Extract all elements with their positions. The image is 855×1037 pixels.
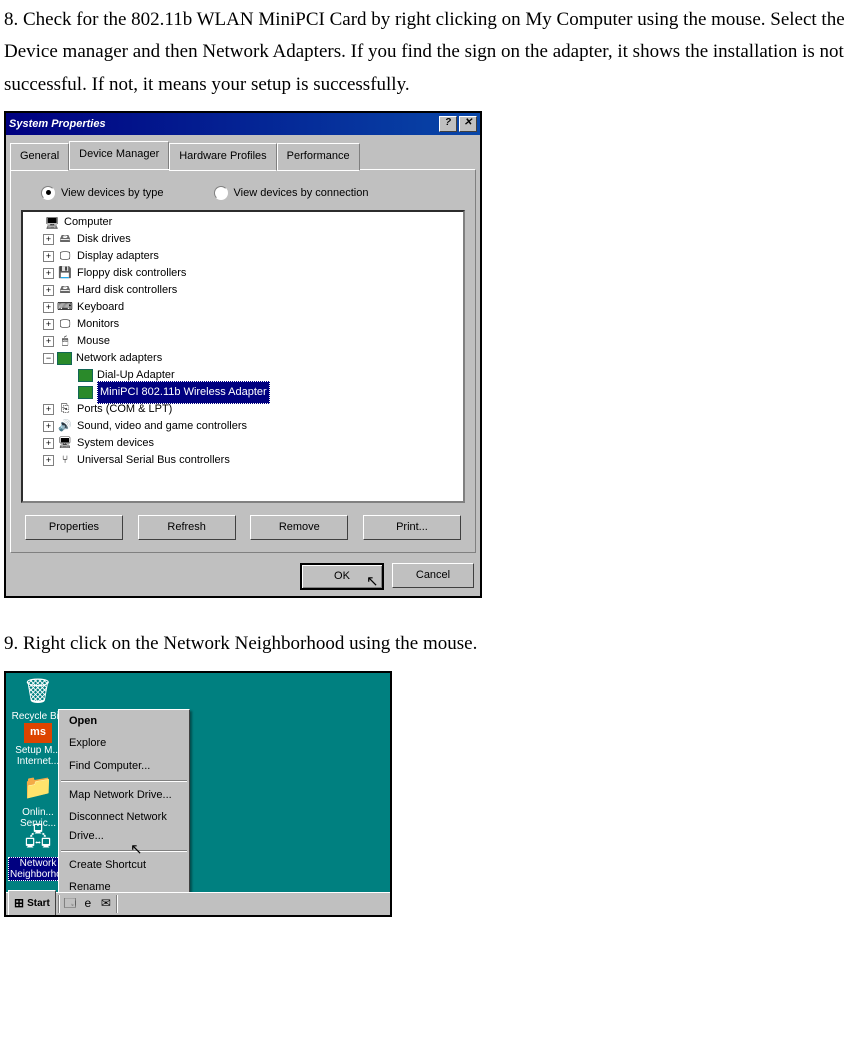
start-button[interactable]: ⊞ Start xyxy=(8,890,56,916)
tree-display-adapters[interactable]: +Display adapters xyxy=(25,248,463,265)
network-adapter-icon xyxy=(78,369,93,382)
monitor-icon xyxy=(57,317,73,333)
keyboard-icon xyxy=(57,300,73,316)
tree-network-adapters[interactable]: −Network adapters xyxy=(25,350,463,367)
quicklaunch-desktop-icon[interactable]: 🗔 xyxy=(62,896,78,912)
hdd-icon xyxy=(57,283,73,299)
remove-button[interactable]: Remove xyxy=(250,515,348,540)
radio-by-type[interactable]: View devices by type xyxy=(41,184,164,203)
menu-open[interactable]: Open xyxy=(59,710,189,733)
titlebar: System Properties ? ✕ xyxy=(6,113,480,135)
msn-icon: ms xyxy=(24,723,52,743)
tab-strip: General Device Manager Hardware Profiles… xyxy=(6,135,480,169)
tree-monitors[interactable]: +Monitors xyxy=(25,316,463,333)
ports-icon xyxy=(57,402,73,418)
taskbar: ⊞ Start 🗔 e ✉ xyxy=(6,892,390,915)
system-icon xyxy=(57,436,73,452)
tab-performance[interactable]: Performance xyxy=(277,143,360,171)
menu-map-drive[interactable]: Map Network Drive... xyxy=(59,784,189,807)
system-properties-dialog: System Properties ? ✕ General Device Man… xyxy=(4,111,482,598)
tree-minipci[interactable]: MiniPCI 802.11b Wireless Adapter xyxy=(25,384,463,401)
tree-keyboard[interactable]: +Keyboard xyxy=(25,299,463,316)
device-tree[interactable]: Computer +Disk drives +Display adapters … xyxy=(21,210,465,503)
sound-icon xyxy=(57,419,73,435)
display-icon xyxy=(57,249,73,265)
tab-hardware-profiles[interactable]: Hardware Profiles xyxy=(169,143,276,171)
step9-text: 9. Right click on the Network Neighborho… xyxy=(4,628,851,660)
radio-by-type-label: View devices by type xyxy=(61,184,164,203)
tab-body: View devices by type View devices by con… xyxy=(10,169,476,554)
titlebar-text: System Properties xyxy=(9,115,106,134)
ok-button[interactable]: OK xyxy=(300,563,384,590)
tree-disk-drives[interactable]: +Disk drives xyxy=(25,231,463,248)
recycle-bin-icon: 🗑 xyxy=(22,677,54,709)
desktop-screenshot: 🗑 Recycle Bin ms Setup M... Internet... … xyxy=(4,671,392,917)
floppy-icon xyxy=(57,266,73,282)
usb-icon xyxy=(57,453,73,469)
tree-usb[interactable]: +Universal Serial Bus controllers xyxy=(25,452,463,469)
tree-computer[interactable]: Computer xyxy=(25,214,463,231)
disk-icon xyxy=(57,232,73,248)
tab-general[interactable]: General xyxy=(10,143,69,171)
menu-disconnect-drive[interactable]: Disconnect Network Drive... xyxy=(59,806,189,847)
network-neighborhood-icon: 🖧 xyxy=(22,823,54,855)
print-button[interactable]: Print... xyxy=(363,515,461,540)
context-menu: Open Explore Find Computer... Map Networ… xyxy=(58,709,190,917)
tree-hdd[interactable]: +Hard disk controllers xyxy=(25,282,463,299)
tree-system-devices[interactable]: +System devices xyxy=(25,435,463,452)
tree-sound[interactable]: +Sound, video and game controllers xyxy=(25,418,463,435)
windows-logo-icon: ⊞ xyxy=(14,893,24,913)
step8-text: 8. Check for the 802.11b WLAN MiniPCI Ca… xyxy=(4,4,851,101)
folder-icon: 📁 xyxy=(22,773,54,805)
radio-by-connection-label: View devices by connection xyxy=(234,184,369,203)
menu-create-shortcut[interactable]: Create Shortcut xyxy=(59,854,189,877)
refresh-button[interactable]: Refresh xyxy=(138,515,236,540)
mouse-icon xyxy=(57,334,73,350)
menu-find-computer[interactable]: Find Computer... xyxy=(59,755,189,778)
tree-mouse[interactable]: +Mouse xyxy=(25,333,463,350)
properties-button[interactable]: Properties xyxy=(25,515,123,540)
network-adapter-icon xyxy=(78,386,93,399)
help-button[interactable]: ? xyxy=(439,116,457,132)
tree-floppy[interactable]: +Floppy disk controllers xyxy=(25,265,463,282)
radio-by-connection[interactable]: View devices by connection xyxy=(214,184,369,203)
computer-icon xyxy=(44,215,60,231)
menu-explore[interactable]: Explore xyxy=(59,732,189,755)
network-icon xyxy=(57,352,72,365)
tab-device-manager[interactable]: Device Manager xyxy=(69,141,169,169)
cancel-button[interactable]: Cancel xyxy=(392,563,474,588)
close-button[interactable]: ✕ xyxy=(459,116,477,132)
quicklaunch-outlook-icon[interactable]: ✉ xyxy=(98,896,114,912)
quicklaunch-ie-icon[interactable]: e xyxy=(80,896,96,912)
